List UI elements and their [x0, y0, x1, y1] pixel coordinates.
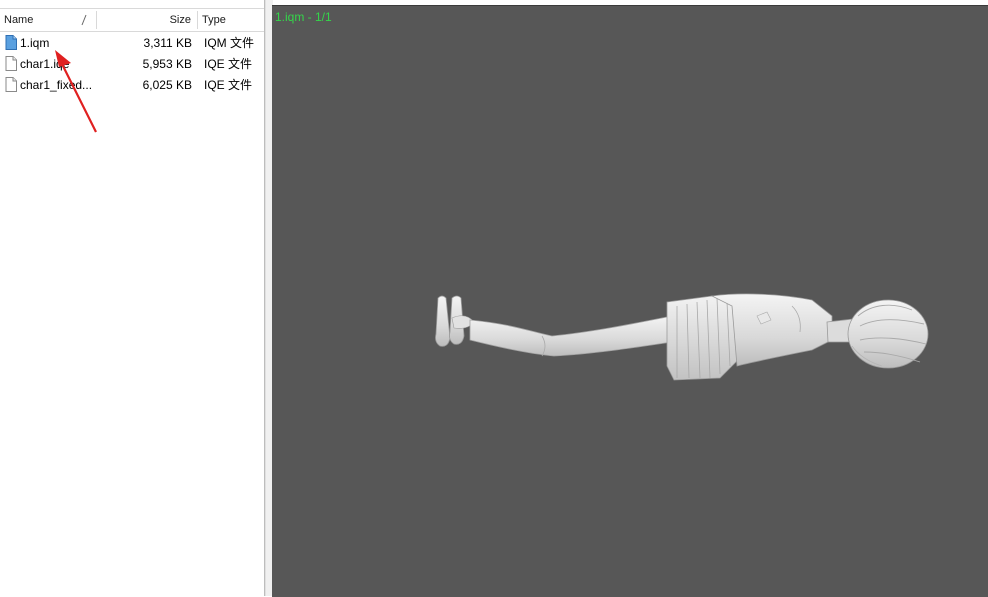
file-name: 1.iqm: [20, 36, 50, 50]
file-row[interactable]: char1_fixed... 6,025 KB IQE 文件: [0, 75, 262, 95]
file-size: 3,311 KB: [143, 36, 192, 50]
list-header: Name Size Type: [0, 8, 264, 32]
file-size: 5,953 KB: [142, 57, 192, 71]
character-model-render: [435, 293, 929, 381]
file-type: IQM 文件: [204, 36, 254, 50]
file-name: char1.iqe: [20, 57, 70, 71]
file-size: 6,025 KB: [142, 78, 192, 92]
model-viewport[interactable]: 1.iqm - 1/1: [272, 5, 988, 597]
model-shoes: [435, 295, 475, 347]
file-row[interactable]: 1.iqm 3,311 KB IQM 文件: [0, 33, 262, 53]
column-divider[interactable]: [96, 11, 97, 29]
sort-indicator-icon: [81, 14, 87, 26]
file-name: char1_fixed...: [20, 78, 93, 92]
blank-file-icon: [5, 56, 17, 71]
column-divider[interactable]: [197, 11, 198, 29]
file-type: IQE 文件: [204, 78, 253, 92]
iqm-file-icon: [5, 35, 17, 50]
model-legs: [469, 315, 673, 357]
file-list-pane: Name Size Type 1.iqm 3,311 KB IQM 文件 cha…: [0, 0, 265, 596]
column-header-type[interactable]: Type: [202, 9, 262, 31]
model-skirt: [666, 295, 743, 381]
model-head: [847, 299, 929, 369]
blank-file-icon: [5, 77, 17, 92]
file-row[interactable]: char1.iqe 5,953 KB IQE 文件: [0, 54, 262, 74]
viewport-title: 1.iqm - 1/1: [275, 10, 332, 24]
column-header-size[interactable]: Size: [98, 9, 193, 31]
file-type: IQE 文件: [204, 57, 253, 71]
